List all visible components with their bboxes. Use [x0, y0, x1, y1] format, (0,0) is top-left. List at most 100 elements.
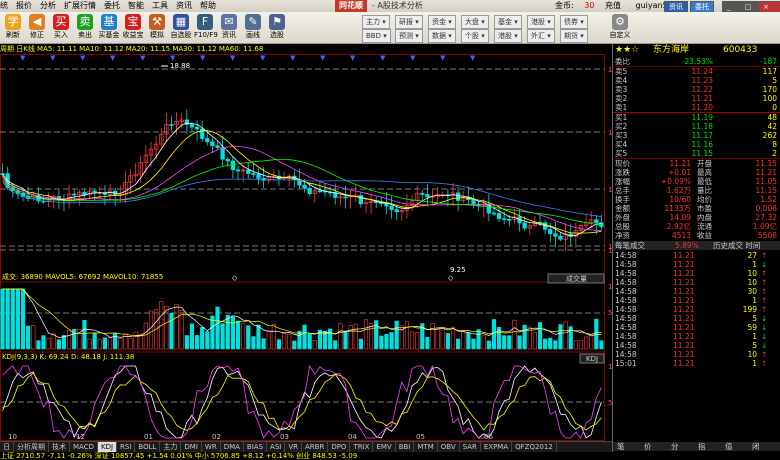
trade-row: 14:58 11.21 5 ↓: [613, 314, 780, 323]
volume-bar: [353, 323, 358, 350]
stat-row: 金额 1133万 市盈 0.008: [613, 204, 780, 213]
sell-level: 卖1: [615, 103, 628, 112]
menu-item-1[interactable]: 报价: [16, 1, 32, 10]
quote-tab-1[interactable]: 价: [644, 442, 652, 451]
menu-item-4[interactable]: 委托: [104, 1, 120, 10]
toolbar-pill-2[interactable]: 资金 ▾: [428, 15, 456, 29]
quote-tab-3[interactable]: 指: [698, 442, 706, 451]
kline-chart[interactable]: 18.8817.7014.6212.2410.7518.889.25▼▼▼▼▼▼…: [0, 54, 612, 441]
toolbar-pill-4[interactable]: 基金 ▾: [494, 15, 522, 29]
toolbar-button-6[interactable]: ⚒ 模拟: [146, 14, 168, 42]
toolbar-button-4[interactable]: 基买基金: [98, 14, 120, 42]
toolbar-button-7[interactable]: ▦ 自选股: [170, 14, 192, 42]
menu-item-6[interactable]: 工具: [152, 1, 168, 10]
candle-body: [522, 222, 527, 229]
volume-bar: [31, 325, 36, 350]
toolbar-button-11[interactable]: ⚑ 选股: [266, 14, 288, 42]
trade-price: 11.21: [673, 251, 695, 260]
toolbar-button-3[interactable]: 卖卖出: [74, 14, 96, 42]
trade-row: 14:58 11.21 30 ↑: [613, 287, 780, 296]
x-axis-tick: 12: [76, 433, 85, 441]
toolbar-button-10[interactable]: ✎ 画线: [242, 14, 264, 42]
toolbar-pill-sub-0[interactable]: BBD ▾: [362, 29, 391, 43]
candle-body: [210, 141, 215, 147]
trade-row: 15:01 11.21 1 ↑: [613, 359, 780, 368]
recharge-link[interactable]: 充值: [605, 1, 621, 10]
volume-bar: [537, 322, 543, 350]
quote-tab-0[interactable]: 笔: [617, 442, 625, 451]
toolbar-pill-sub-5[interactable]: 外汇 ▾: [527, 29, 555, 43]
toolbar-pill-6[interactable]: 债券 ▾: [560, 15, 588, 29]
buy-price: 11.15: [691, 149, 713, 158]
trades-header-right[interactable]: 历史成交 时间: [713, 241, 760, 250]
event-marker: ▼: [290, 54, 296, 62]
stat-key: 净资: [615, 231, 630, 240]
volume-bar: [312, 340, 317, 350]
toolbar-button-2[interactable]: 买买入: [50, 14, 72, 42]
sell-level: 卖3: [615, 85, 628, 94]
brand-logo: 同花顺: [335, 0, 367, 12]
draw-icon: ✎: [245, 14, 261, 30]
toolbar-pill-1[interactable]: 研报 ▾: [395, 15, 423, 29]
trade-price: 11.21: [673, 287, 695, 296]
stat-key: 涨幅: [615, 177, 630, 186]
volume-bar: [302, 324, 307, 350]
toolbar-pill-sub-1[interactable]: 预测 ▾: [395, 29, 423, 43]
menu-item-8[interactable]: 帮助: [200, 1, 216, 10]
trade-row: 14:58 11.21 10 ↑: [613, 278, 780, 287]
volume-bar: [404, 321, 410, 350]
toolbar-button-5[interactable]: 宝收益宝: [122, 14, 144, 42]
volume-bar: [563, 321, 568, 350]
menu-item-7[interactable]: 资讯: [176, 1, 192, 10]
toolbar-pill-3[interactable]: 大盘 ▾: [461, 15, 489, 29]
trade-price: 11.21: [673, 269, 695, 278]
stat-key2: 开盘: [697, 159, 712, 168]
toolbar-button-8[interactable]: F F10/F9: [194, 14, 218, 42]
toolbar-pill-sub-3[interactable]: 个股 ▾: [461, 29, 489, 43]
toolbar-label: 买基金: [98, 31, 120, 39]
chart-frame: [0, 54, 605, 441]
menu-item-0[interactable]: 统: [0, 1, 8, 10]
menu-item-3[interactable]: 扩展行情: [64, 1, 96, 10]
toolbar-button-1[interactable]: ◀ 修正: [26, 14, 48, 42]
toolbar-label: 卖出: [78, 31, 92, 39]
trade-time: 14:58: [615, 260, 637, 269]
menu-item-2[interactable]: 分析: [40, 1, 56, 10]
sell-level: 卖5: [615, 67, 628, 76]
menu-items: 统报价 分析 扩展行情 委托 智能 工具 资讯 帮助: [0, 1, 224, 10]
coins-label: 金币:: [555, 1, 574, 10]
quote-tab-2[interactable]: 分: [671, 442, 679, 451]
volume-bar: [118, 338, 123, 350]
refresh-icon: 学: [5, 14, 21, 30]
trades-header-left[interactable]: 每笔成交: [615, 241, 645, 250]
volume-bar: [251, 336, 256, 350]
volume-bar: [256, 324, 261, 350]
toolbar-button-9[interactable]: ✉ 资讯: [218, 14, 240, 42]
toolbar-pill-0[interactable]: 主力 ▾: [362, 15, 390, 29]
trade-time: 14:58: [615, 314, 637, 323]
candle-body: [92, 190, 97, 193]
toolbar-button-0[interactable]: 学刷新: [2, 14, 24, 42]
trade-row: 14:58 11.21 1 ↑: [613, 296, 780, 305]
x-axis-tick: 06: [484, 433, 493, 441]
trades-header: 每笔成交 5.89% 历史成交 时间: [613, 241, 780, 250]
quote-tab-5[interactable]: 闭: [752, 442, 760, 451]
toolbar-pill-5[interactable]: 港股 ▾: [527, 15, 555, 29]
volume-bar: [169, 312, 174, 350]
buy-price: 11.16: [691, 140, 713, 149]
menu-item-5[interactable]: 智能: [128, 1, 144, 10]
volume-bar: [348, 325, 353, 350]
toolbar-pill-sub-4[interactable]: 港股 ▾: [494, 29, 522, 43]
arrow-down-icon: ↓: [761, 341, 768, 350]
toolbar-pill-sub-6[interactable]: 期货 ▾: [560, 29, 588, 43]
volume-bar: [435, 328, 440, 350]
customize-button[interactable]: ⚙ 自定义: [606, 14, 634, 42]
stat-key2: 内盘: [697, 213, 712, 222]
quote-tab-4[interactable]: 值: [725, 442, 733, 451]
volume-bar: [522, 324, 527, 350]
toolbar-pill-sub-2[interactable]: 数据 ▾: [428, 29, 456, 43]
trade-row: 14:58 11.21 5 ↓: [613, 341, 780, 350]
candle-body: [394, 209, 399, 213]
trade-row: 14:58 11.21 10 ↑: [613, 350, 780, 359]
f10-icon: F: [197, 14, 213, 30]
